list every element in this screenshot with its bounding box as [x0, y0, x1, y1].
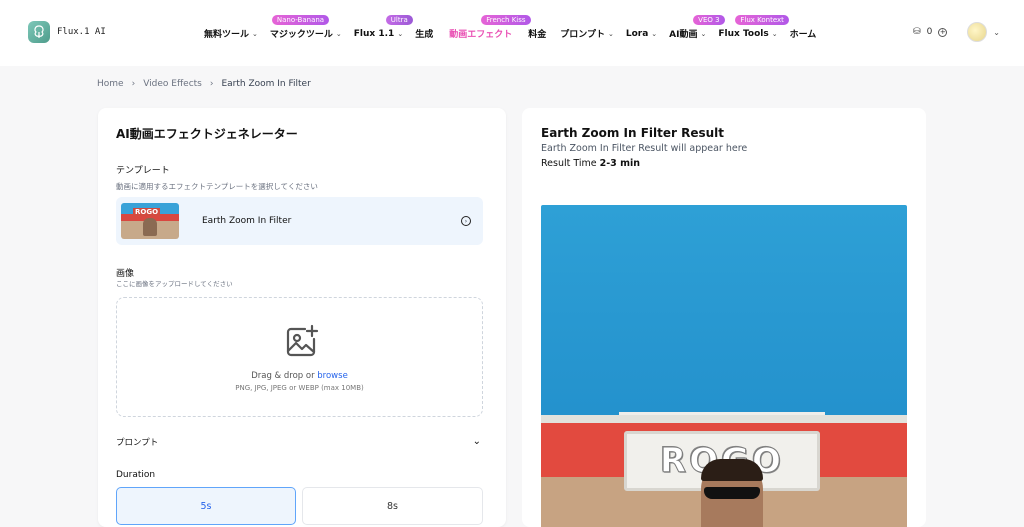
chevron-right-circle-icon[interactable]: ›: [461, 216, 471, 226]
panel-title: AI動画エフェクトジェネレーター: [116, 127, 298, 141]
nav-label: プロンプト: [560, 30, 605, 40]
chevron-down-icon: ⌄: [397, 29, 404, 38]
nav-label: Flux 1.1: [353, 28, 395, 39]
image-dropzone[interactable]: Drag & drop or browse PNG, JPG, JPEG or …: [116, 297, 483, 417]
nav-generate[interactable]: 生成: [415, 27, 433, 40]
template-hint: 動画に適用するエフェクトテンプレートを選択してください: [116, 182, 318, 191]
main-nav: 無料ツール ⌄ Nano-Banana マジックツール ⌄ Ultra Flux 1.1…: [204, 15, 828, 41]
nav-flux-11[interactable]: Ultra Flux 1.1 ⌄: [353, 15, 413, 40]
nav-label: マジックツール: [269, 30, 333, 40]
person-sunglasses: [704, 487, 760, 499]
template-thumbnail: ROGO: [121, 203, 179, 239]
building-roof: [541, 415, 907, 423]
prompt-label: プロンプト: [116, 438, 159, 448]
breadcrumb-home[interactable]: Home: [97, 79, 124, 89]
top-header: Flux.1 AI 無料ツール ⌄ Nano-Banana マジックツール ⌄ Ult…: [0, 0, 1024, 66]
chevron-down-icon: ⌄: [335, 29, 342, 38]
duration-label: Duration: [116, 470, 156, 480]
result-preview-image: ROGO: [541, 205, 907, 527]
nav-label: Flux Tools: [718, 28, 769, 39]
duration-5s-button[interactable]: 5s: [116, 487, 296, 525]
chevron-down-icon: ⌄: [472, 436, 481, 447]
breadcrumb-video-effects[interactable]: Video Effects: [143, 79, 202, 89]
prompt-accordion[interactable]: プロンプト ⌄: [116, 436, 483, 450]
result-time-value: 2-3 min: [599, 158, 641, 169]
nav-prompts[interactable]: プロンプト ⌄: [560, 27, 614, 41]
thumbnail-person: [143, 218, 157, 236]
credit-count: 0: [926, 27, 933, 37]
result-time: Result Time 2-3 min: [541, 158, 640, 169]
app-logo-icon[interactable]: [28, 21, 50, 43]
chevron-down-icon: ⌄: [607, 29, 614, 38]
person-hair: [701, 459, 763, 481]
duration-8s-button[interactable]: 8s: [302, 487, 483, 525]
template-name: Earth Zoom In Filter: [202, 216, 292, 226]
nav-badge: Flux Kontext: [735, 15, 789, 25]
nav-badge: Ultra: [385, 15, 413, 25]
result-subtitle: Earth Zoom In Filter Result will appear …: [541, 143, 748, 154]
nav-pricing[interactable]: 料金: [528, 27, 546, 40]
image-hint: ここに画像をアップロードしてください: [116, 280, 233, 288]
template-label: テンプレート: [116, 166, 170, 176]
nav-badge: VEO 3: [693, 15, 725, 25]
dropzone-text: Drag & drop or browse: [117, 371, 482, 381]
breadcrumb: Home › Video Effects › Earth Zoom In Fil…: [97, 79, 311, 89]
nav-label: 無料ツール: [204, 30, 250, 40]
nav-home[interactable]: ホーム: [790, 27, 817, 40]
result-title: Earth Zoom In Filter Result: [541, 126, 725, 140]
add-image-icon: [283, 323, 319, 363]
nav-label: ホーム: [789, 30, 817, 40]
user-area: ⛁ 0 + ⌄: [913, 22, 1000, 42]
add-credits-icon[interactable]: +: [938, 27, 948, 37]
chevron-down-icon: ⌄: [771, 29, 778, 38]
nav-label: 動画エフェクト: [449, 30, 513, 40]
drop-text: Drag & drop or: [251, 371, 315, 381]
nav-free-tools[interactable]: 無料ツール ⌄: [204, 27, 258, 41]
app-name[interactable]: Flux.1 AI: [57, 27, 106, 37]
user-avatar[interactable]: [967, 22, 988, 42]
nav-label: 料金: [528, 30, 547, 40]
nav-label: Lora: [625, 28, 649, 39]
result-panel: Earth Zoom In Filter Result Earth Zoom I…: [522, 108, 926, 527]
nav-video-effects[interactable]: French Kiss 動画エフェクト: [449, 15, 531, 40]
chevron-down-icon: ⌄: [252, 29, 258, 38]
result-time-label: Result Time: [541, 158, 597, 169]
nav-badge: French Kiss: [481, 15, 531, 25]
breadcrumb-current: Earth Zoom In Filter: [221, 79, 311, 89]
file-types-note: PNG, JPG, JPEG or WEBP (max 10MB): [235, 384, 364, 392]
thumbnail-sign-text: ROGO: [133, 208, 161, 216]
coins-icon: ⛁: [913, 27, 921, 37]
nav-badge: Nano-Banana: [271, 15, 330, 25]
nav-lora[interactable]: Lora ⌄: [626, 27, 657, 40]
chevron-right-icon: ›: [209, 79, 214, 89]
nav-ai-video[interactable]: VEO 3 AI動画 ⌄: [669, 15, 725, 40]
chevron-right-icon: ›: [131, 79, 136, 89]
chevron-down-icon: ⌄: [700, 29, 707, 38]
nav-flux-tools[interactable]: Flux Kontext Flux Tools ⌄: [718, 15, 789, 40]
chevron-down-icon[interactable]: ⌄: [993, 28, 1000, 37]
template-selector[interactable]: ROGO Earth Zoom In Filter ›: [116, 197, 483, 245]
nav-label: 生成: [415, 30, 434, 40]
nav-magic-tools[interactable]: Nano-Banana マジックツール ⌄: [269, 15, 342, 40]
nav-label: AI動画: [669, 30, 698, 40]
generator-panel: AI動画エフェクトジェネレーター テンプレート 動画に適用するエフェクトテンプレ…: [98, 108, 506, 527]
chevron-down-icon: ⌄: [651, 29, 658, 38]
browse-link[interactable]: browse: [317, 371, 348, 381]
